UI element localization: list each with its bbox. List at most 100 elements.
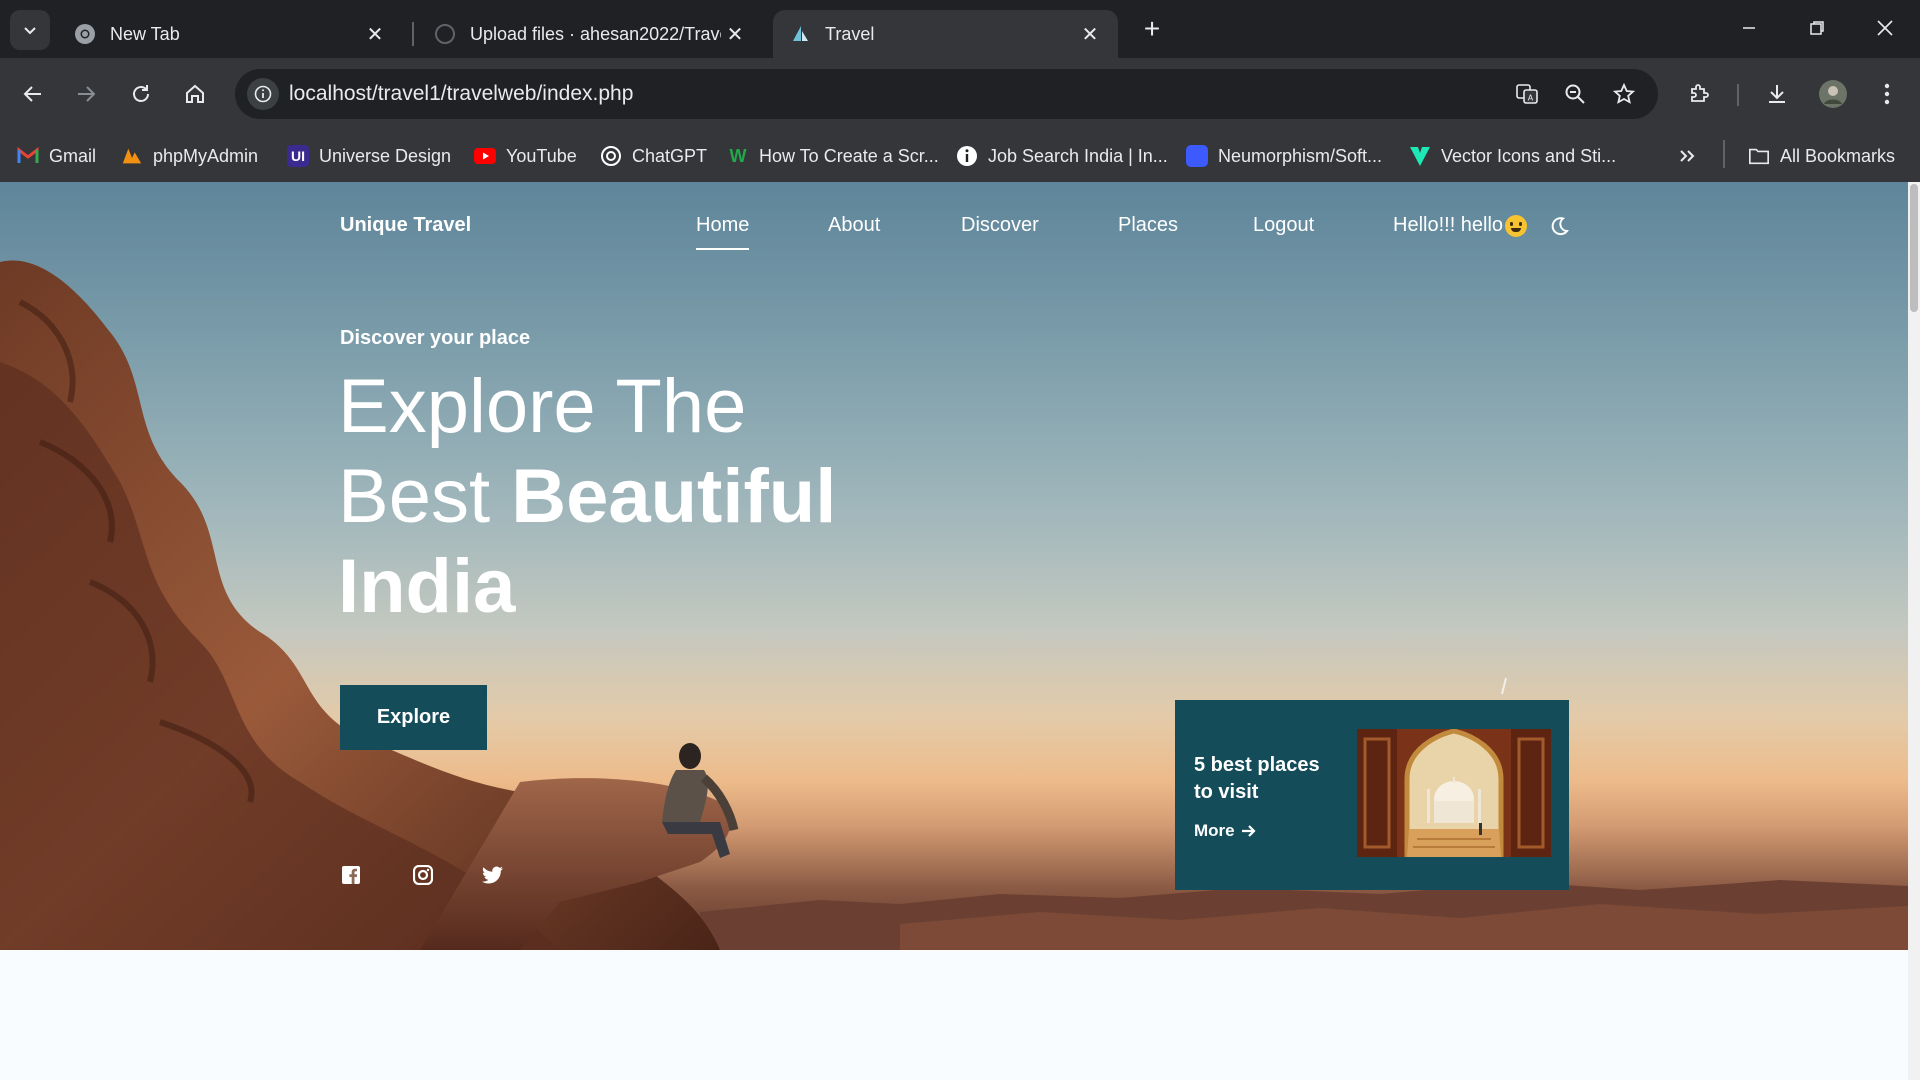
reload-icon <box>133 85 149 102</box>
card-more-link[interactable]: More <box>1194 821 1257 841</box>
headline-bold: Beautiful <box>511 454 837 539</box>
home-button[interactable] <box>175 74 215 114</box>
taj-mahal-image <box>1357 729 1551 857</box>
arrow-right-icon <box>1241 825 1256 837</box>
hero-section: Unique Travel Home About Discover Places… <box>0 182 1908 950</box>
hero-subtitle: Discover your place <box>340 327 531 349</box>
bookmark-vector-icons[interactable]: Vector Icons and Sti... <box>1409 142 1616 170</box>
downloads-button[interactable] <box>1757 74 1797 114</box>
bookmark-universe-design[interactable]: UI Universe Design <box>287 142 451 170</box>
browser-tab-strip: New Tab ✕ Upload files · ahesan2022/Trav… <box>0 0 1920 58</box>
nav-about[interactable]: About <box>828 214 880 237</box>
tab-new-tab[interactable]: New Tab ✕ <box>58 10 403 58</box>
bookmark-label: Universe Design <box>319 145 452 166</box>
headline-line-1: Explore The <box>338 364 747 449</box>
chevron-down-icon <box>24 27 36 35</box>
extensions-button[interactable] <box>1679 74 1719 114</box>
bookmark-how-to-create[interactable]: W How To Create a Scr... <box>727 142 939 170</box>
moon-icon[interactable] <box>1548 215 1570 237</box>
download-icon <box>1769 85 1785 103</box>
bookmark-label: Job Search India | In... <box>988 145 1168 166</box>
browser-toolbar: localhost/travel1/travelweb/index.php A <box>0 58 1920 130</box>
bookmark-chatgpt[interactable]: ChatGPT <box>600 142 707 170</box>
bookmark-youtube[interactable]: YouTube <box>474 142 577 170</box>
headline-line-2: Best Beautiful <box>338 452 958 542</box>
close-tab-icon[interactable]: ✕ <box>1076 20 1104 48</box>
forward-button[interactable] <box>66 74 106 114</box>
instagram-link[interactable] <box>412 864 434 886</box>
restore-icon <box>1810 21 1824 35</box>
universe-design-icon: UI <box>287 145 309 167</box>
back-button[interactable] <box>13 74 53 114</box>
bookmark-job-search[interactable]: Job Search India | In... <box>956 142 1168 170</box>
bookmark-label: All Bookmarks <box>1780 145 1896 166</box>
new-tab-button[interactable]: + <box>1135 12 1169 46</box>
tab-upload-files[interactable]: Upload files · ahesan2022/Trave ✕ <box>418 10 763 58</box>
bookmark-star-button[interactable] <box>1608 78 1640 110</box>
bookmark-label: Gmail <box>49 145 97 166</box>
reload-button[interactable] <box>121 74 161 114</box>
best-places-card: 5 best places to visit More <box>1175 700 1569 890</box>
card-more-label: More <box>1194 821 1235 840</box>
user-greeting: Hello!!! hello <box>1393 214 1528 237</box>
facebook-link[interactable] <box>340 864 362 886</box>
avatar-icon <box>1819 80 1847 108</box>
translate-icon: A <box>1516 84 1538 104</box>
page-scrollbar[interactable] <box>1908 182 1920 1080</box>
scrollbar-thumb[interactable] <box>1910 184 1918 312</box>
nav-places[interactable]: Places <box>1118 214 1178 237</box>
chatgpt-icon <box>600 145 622 167</box>
minimize-button[interactable] <box>1726 8 1772 48</box>
profile-button[interactable] <box>1813 74 1853 114</box>
phpmyadmin-icon <box>121 145 143 167</box>
close-tab-icon[interactable]: ✕ <box>361 20 389 48</box>
nav-home[interactable]: Home <box>696 214 750 250</box>
all-bookmarks-button[interactable]: All Bookmarks <box>1748 142 1895 170</box>
facebook-icon <box>342 866 360 884</box>
headline-light: Best <box>338 454 512 539</box>
translate-button[interactable]: A <box>1511 78 1543 110</box>
more-vertical-icon <box>1884 83 1890 105</box>
nav-logout[interactable]: Logout <box>1253 214 1314 237</box>
bookmark-label: phpMyAdmin <box>153 145 259 166</box>
site-info-button[interactable] <box>247 78 279 110</box>
nav-discover[interactable]: Discover <box>961 214 1039 237</box>
hero-headline: Explore The Best Beautiful India <box>338 362 958 632</box>
vector-icons-icon <box>1409 145 1431 167</box>
tab-title: New Tab <box>110 23 180 44</box>
bookmark-label: YouTube <box>506 145 577 166</box>
bookmark-label: Vector Icons and Sti... <box>1441 145 1617 166</box>
tab-travel[interactable]: Travel ✕ <box>773 10 1118 58</box>
headline-line-3: India <box>338 544 516 629</box>
bookmarks-bar: Gmail phpMyAdmin UI Universe Design YouT… <box>0 130 1920 182</box>
close-tab-icon[interactable]: ✕ <box>721 20 749 48</box>
url-text[interactable]: localhost/travel1/travelweb/index.php <box>289 82 633 106</box>
more-bookmarks-button[interactable] <box>1678 142 1696 170</box>
minimize-icon <box>1743 27 1755 29</box>
greeting-text: Hello!!! hello <box>1393 214 1504 236</box>
zoom-button[interactable] <box>1559 78 1591 110</box>
page-viewport: Unique Travel Home About Discover Places… <box>0 182 1908 1080</box>
instagram-icon <box>413 865 433 885</box>
home-icon <box>186 84 204 103</box>
twitter-link[interactable] <box>482 864 504 886</box>
github-icon <box>435 24 455 44</box>
site-logo[interactable]: Unique Travel <box>340 214 471 237</box>
bookmark-phpmyadmin[interactable]: phpMyAdmin <box>121 142 258 170</box>
chrome-icon <box>75 24 95 44</box>
bookmark-neumorphism[interactable]: Neumorphism/Soft... <box>1186 142 1382 170</box>
address-bar[interactable]: localhost/travel1/travelweb/index.php A <box>235 69 1658 119</box>
bookmark-gmail[interactable]: Gmail <box>17 142 96 170</box>
site-header: Unique Travel Home About Discover Places… <box>0 182 1908 272</box>
card-title: 5 best places to visit <box>1194 754 1320 803</box>
restore-button[interactable] <box>1794 8 1840 48</box>
smiley-emoji-icon <box>1505 214 1528 237</box>
puzzle-icon <box>1691 84 1709 102</box>
tab-search-button[interactable] <box>10 10 50 50</box>
close-window-button[interactable] <box>1862 8 1908 48</box>
arrow-left-icon <box>23 86 41 102</box>
explore-button[interactable]: Explore <box>340 685 487 750</box>
browser-menu-button[interactable] <box>1867 74 1907 114</box>
arrow-right-icon <box>78 86 96 102</box>
bookmarks-divider <box>1723 140 1725 168</box>
